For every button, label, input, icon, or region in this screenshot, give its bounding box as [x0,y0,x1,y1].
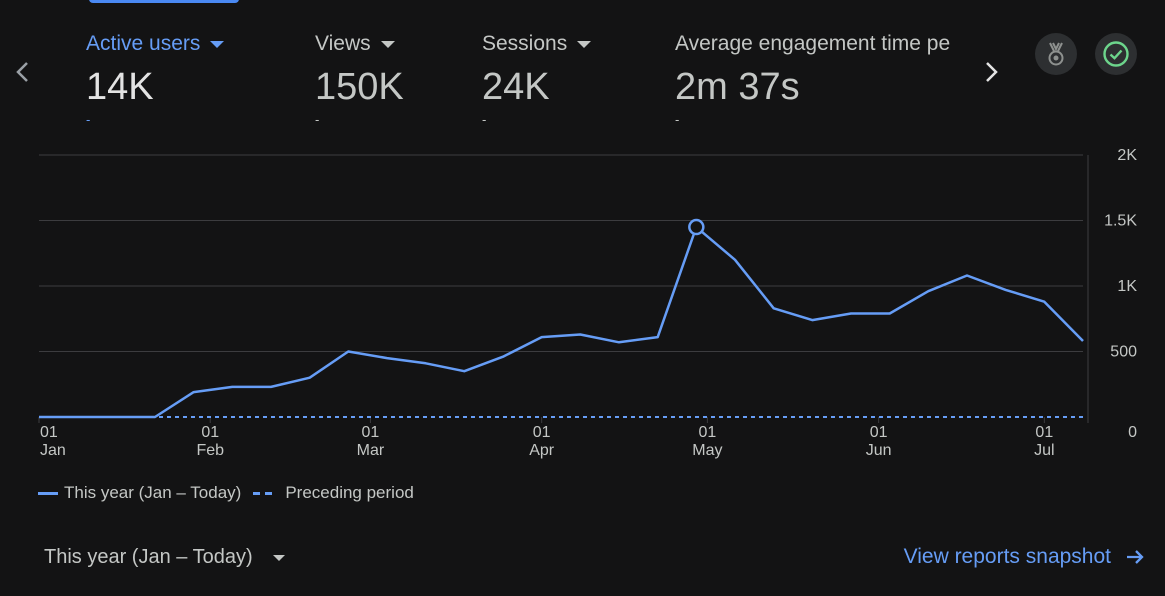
x-tick-day: 01 [870,424,888,441]
metric-views-delta: - [315,112,320,127]
arrow-right-icon [1127,550,1144,564]
metric-views-label: Views [315,32,371,55]
snapshot-link-label: View reports snapshot [903,545,1111,568]
metric-sessions-value: 24K [482,66,550,108]
metric-engagement-time[interactable]: Average engagement time pe 2m 37s - [675,32,965,127]
chart-legend: This year (Jan – Today) Preceding period [38,483,414,503]
legend-this-period: This year (Jan – Today) [64,483,242,502]
date-range-value: This year (Jan – Today) [44,546,253,568]
metric-sessions-label: Sessions [482,32,568,55]
metric-active-users-delta: - [86,112,91,127]
chevron-right-icon [986,62,998,82]
metric-active-users-value: 14K [86,66,154,108]
status-button[interactable] [1095,33,1137,75]
metric-sessions-header[interactable]: Sessions [482,32,592,56]
metric-views[interactable]: Views 150K - [315,32,404,127]
selected-card-indicator [89,0,239,3]
ribbon-badge-icon [1048,42,1064,66]
chevron-left-icon [16,62,28,82]
x-tick-month: May [692,442,722,459]
metric-views-value: 150K [315,66,404,108]
x-tick-month: Jul [1034,442,1054,459]
metric-engagement-time-delta: - [675,112,680,127]
this-year-line [39,225,1084,419]
x-tick-day: 01 [533,424,551,441]
insights-button[interactable] [1035,33,1077,75]
check-circle-icon [1103,41,1129,67]
x-tick-month: Jan [40,442,66,459]
x-tick-month: Feb [196,442,224,459]
x-tick-day: 01 [698,424,716,441]
legend-preceding-period: Preceding period [285,483,414,502]
x-tick-month: Mar [357,442,385,459]
previous-metrics-button[interactable] [12,60,32,84]
legend-swatch-solid [38,491,58,495]
x-tick-day: 01 [201,424,219,441]
y-tick-label: 1.5K [1104,213,1137,230]
metric-active-users-header[interactable]: Active users [86,32,225,56]
caret-down-icon [210,40,225,48]
caret-down-icon [272,554,285,561]
x-tick-day: 01 [362,424,380,441]
y-tick-label: 0 [1128,424,1137,441]
metric-engagement-time-label: Average engagement time pe [675,32,951,55]
metric-engagement-time-header[interactable]: Average engagement time pe [675,32,965,56]
x-tick-month: Apr [529,442,555,459]
active-users-chart: 05001K1.5K2K 01Jan01Feb01Mar01Apr01May01… [38,147,1137,459]
next-metrics-button[interactable] [982,60,1002,84]
y-tick-label: 500 [1110,344,1137,361]
metric-views-header[interactable]: Views [315,32,404,56]
caret-down-icon [577,40,592,48]
date-range-select[interactable]: This year (Jan – Today) [44,546,285,569]
x-tick-day: 01 [40,424,58,441]
x-tick-month: Jun [866,442,892,459]
highlighted-point [688,218,705,236]
legend-swatch-dashed [253,491,276,495]
x-tick-day: 01 [1035,424,1053,441]
y-tick-label: 2K [1117,147,1137,164]
metric-sessions[interactable]: Sessions 24K - [482,32,592,127]
y-tick-label: 1K [1117,278,1137,295]
caret-down-icon [380,40,395,48]
metric-engagement-time-value: 2m 37s [675,66,800,108]
metric-active-users-label: Active users [86,32,201,55]
metric-sessions-delta: - [482,112,487,127]
metric-active-users[interactable]: Active users 14K - [86,32,225,127]
view-reports-snapshot-link[interactable]: View reports snapshot [904,545,1145,569]
